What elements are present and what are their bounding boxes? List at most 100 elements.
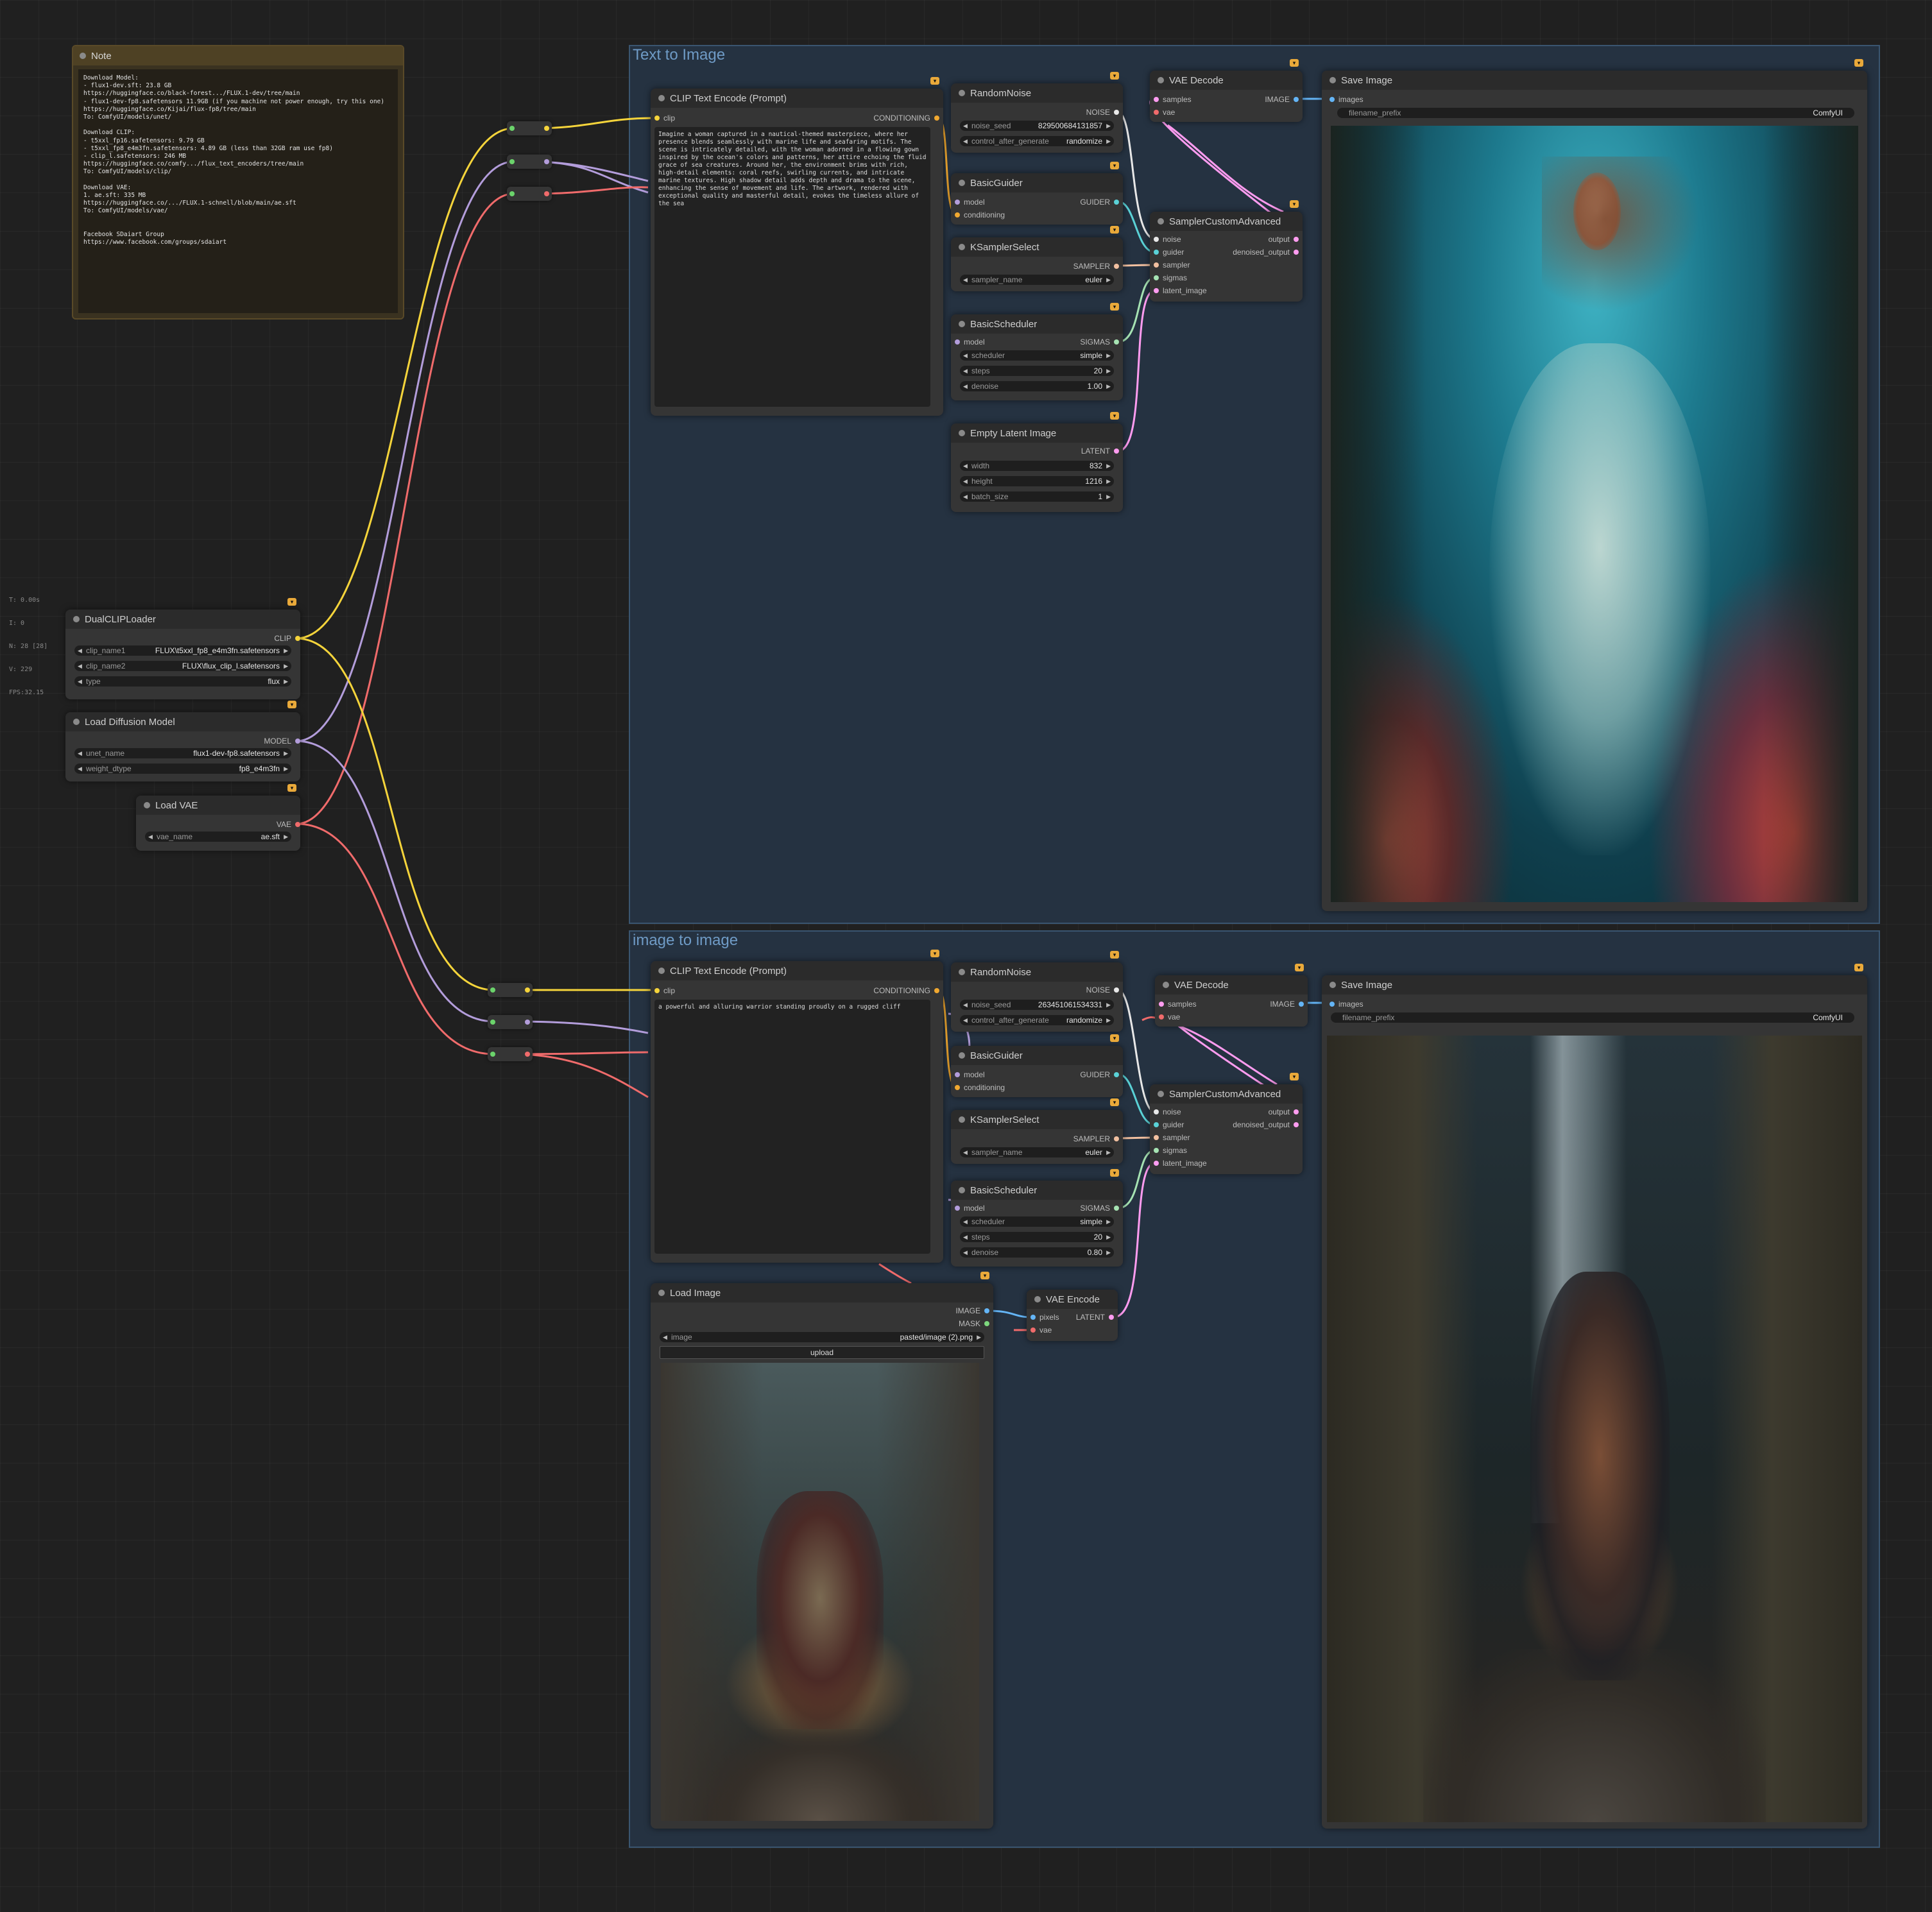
- noise-seed-number[interactable]: ◀ noise_seed 263451061534331 ▶: [960, 1000, 1114, 1010]
- node-header[interactable]: Save Image: [1322, 71, 1867, 90]
- arrow-left-icon[interactable]: ◀: [963, 1216, 968, 1227]
- control-after-generate-combo[interactable]: ◀ control_after_generate randomize ▶: [960, 136, 1114, 146]
- collapse-dot-icon[interactable]: [73, 616, 80, 622]
- collapse-dot-icon[interactable]: [959, 1187, 965, 1193]
- node-header[interactable]: Save Image: [1322, 975, 1867, 994]
- sampler-input[interactable]: sampler: [1154, 1133, 1190, 1142]
- node-header[interactable]: CLIP Text Encode (Prompt): [651, 89, 943, 108]
- scheduler-combo[interactable]: ◀ scheduler simple ▶: [960, 1216, 1114, 1227]
- node-header[interactable]: RandomNoise: [951, 83, 1123, 103]
- arrow-left-icon[interactable]: ◀: [963, 491, 968, 502]
- output-port[interactable]: output: [1269, 235, 1299, 244]
- batch-size-number[interactable]: ◀ batch_size 1 ▶: [960, 491, 1114, 502]
- node-header[interactable]: BasicScheduler: [951, 314, 1123, 334]
- arrow-left-icon[interactable]: ◀: [963, 1232, 968, 1242]
- arrow-right-icon[interactable]: ▶: [1106, 476, 1111, 486]
- prompt-textarea[interactable]: Imagine a woman captured in a nautical-t…: [654, 127, 930, 407]
- load-vae-node[interactable]: ▾ Load VAE VAE ◀ vae_name ae.sft ▶: [136, 784, 300, 851]
- clip-name1-combo[interactable]: ◀ clip_name1 FLUX\t5xxl_fp8_e4m3fn.safeten…: [74, 645, 291, 656]
- conditioning-input[interactable]: conditioning: [955, 210, 1005, 219]
- image-output[interactable]: IMAGE: [955, 1306, 989, 1315]
- model-input[interactable]: model: [955, 1204, 985, 1213]
- collapse-dot-icon[interactable]: [959, 1052, 965, 1059]
- collapse-dot-icon[interactable]: [959, 969, 965, 975]
- collapse-dot-icon[interactable]: [1158, 77, 1164, 83]
- vae-input[interactable]: vae: [1159, 1012, 1180, 1021]
- arrow-right-icon[interactable]: ▶: [284, 645, 288, 656]
- output-port[interactable]: output: [1269, 1107, 1299, 1116]
- sampler-input[interactable]: sampler: [1154, 260, 1190, 269]
- vae-decode-node[interactable]: ▾ VAE Decode samples IMAGE vae: [1150, 59, 1303, 122]
- arrow-left-icon[interactable]: ◀: [78, 645, 82, 656]
- arrow-left-icon[interactable]: ◀: [963, 381, 968, 391]
- node-header[interactable]: Load Diffusion Model: [65, 712, 300, 731]
- arrow-right-icon[interactable]: ▶: [1106, 1015, 1111, 1025]
- images-input[interactable]: images: [1329, 1000, 1364, 1009]
- vae-input[interactable]: vae: [1030, 1326, 1052, 1335]
- random-noise-node[interactable]: ▾ RandomNoise NOISE ◀ noise_seed 829500684…: [951, 72, 1123, 153]
- arrow-left-icon[interactable]: ◀: [78, 676, 82, 687]
- guider-output[interactable]: GUIDER: [1080, 1070, 1119, 1079]
- height-number[interactable]: ◀ height 1216 ▶: [960, 476, 1114, 486]
- steps-number[interactable]: ◀ steps 20 ▶: [960, 366, 1114, 376]
- sampler-custom-advanced-node[interactable]: ▾ SamplerCustomAdvanced noise output gui…: [1150, 1073, 1303, 1174]
- arrow-right-icon[interactable]: ▶: [1106, 461, 1111, 471]
- note-node[interactable]: Note Download Model: - flux1-dev.sft: 23…: [72, 45, 404, 320]
- note-text[interactable]: Download Model: - flux1-dev.sft: 23.8 GB…: [78, 69, 398, 313]
- noise-seed-number[interactable]: ◀ noise_seed 829500684131857 ▶: [960, 121, 1114, 131]
- random-noise-node[interactable]: ▾ RandomNoise NOISE ◀ noise_seed 263451061…: [951, 951, 1123, 1032]
- collapse-dot-icon[interactable]: [1163, 982, 1169, 988]
- arrow-left-icon[interactable]: ◀: [963, 275, 968, 285]
- arrow-right-icon[interactable]: ▶: [1106, 136, 1111, 146]
- denoised-output-port[interactable]: denoised_output: [1233, 1120, 1299, 1129]
- ksampler-select-node[interactable]: ▾ KSamplerSelect SAMPLER ◀ sampler_name eu…: [951, 226, 1123, 291]
- node-header[interactable]: BasicGuider: [951, 1046, 1123, 1065]
- arrow-right-icon[interactable]: ▶: [1106, 350, 1111, 361]
- latent-image-input[interactable]: latent_image: [1154, 1159, 1207, 1168]
- arrow-left-icon[interactable]: ◀: [963, 1000, 968, 1010]
- arrow-right-icon[interactable]: ▶: [284, 764, 288, 774]
- arrow-right-icon[interactable]: ▶: [1106, 121, 1111, 131]
- load-image-node[interactable]: ▾ Load Image IMAGE MASK ◀ image pasted/ima…: [651, 1272, 993, 1829]
- load-diffusion-model-node[interactable]: ▾ Load Diffusion Model MODEL ◀ unet_name f…: [65, 701, 300, 781]
- basic-guider-node[interactable]: ▾ BasicGuider model GUIDER conditioning: [951, 162, 1123, 225]
- node-header[interactable]: BasicGuider: [951, 173, 1123, 192]
- clip-input[interactable]: clip: [654, 986, 675, 995]
- collapse-dot-icon[interactable]: [73, 719, 80, 725]
- arrow-right-icon[interactable]: ▶: [284, 832, 288, 842]
- clip-text-encode-node[interactable]: ▾ CLIP Text Encode (Prompt) clip CONDITI…: [651, 77, 943, 416]
- sampler-output[interactable]: SAMPLER: [1073, 1134, 1119, 1143]
- pixels-input[interactable]: pixels: [1030, 1313, 1059, 1322]
- arrow-right-icon[interactable]: ▶: [1106, 1232, 1111, 1242]
- images-input[interactable]: images: [1329, 95, 1364, 104]
- prompt-textarea[interactable]: a powerful and alluring warrior standing…: [654, 1000, 930, 1254]
- collapse-dot-icon[interactable]: [959, 180, 965, 186]
- basic-scheduler-node[interactable]: ▾ BasicScheduler model SIGMAS ◀ scheduler…: [951, 303, 1123, 400]
- noise-input[interactable]: noise: [1154, 1107, 1181, 1116]
- denoise-number[interactable]: ◀ denoise 0.80 ▶: [960, 1247, 1114, 1258]
- collapse-dot-icon[interactable]: [144, 802, 150, 808]
- noise-output[interactable]: NOISE: [1086, 986, 1119, 994]
- sigmas-input[interactable]: sigmas: [1154, 273, 1187, 282]
- node-header[interactable]: SamplerCustomAdvanced: [1150, 212, 1303, 231]
- image-output[interactable]: IMAGE: [1270, 1000, 1304, 1009]
- reroute-clip-top[interactable]: [507, 121, 552, 135]
- arrow-left-icon[interactable]: ◀: [963, 1247, 968, 1258]
- arrow-right-icon[interactable]: ▶: [1106, 1000, 1111, 1010]
- vae-input[interactable]: vae: [1154, 108, 1175, 117]
- arrow-right-icon[interactable]: ▶: [284, 676, 288, 687]
- reroute-model-bottom[interactable]: [488, 1015, 533, 1029]
- mask-output[interactable]: MASK: [959, 1319, 989, 1328]
- arrow-left-icon[interactable]: ◀: [963, 1015, 968, 1025]
- vae-output[interactable]: VAE: [277, 820, 300, 829]
- latent-image-input[interactable]: latent_image: [1154, 286, 1207, 295]
- arrow-right-icon[interactable]: ▶: [284, 748, 288, 758]
- collapse-dot-icon[interactable]: [80, 53, 86, 59]
- image-output[interactable]: IMAGE: [1265, 95, 1299, 104]
- sigmas-input[interactable]: sigmas: [1154, 1146, 1187, 1155]
- arrow-right-icon[interactable]: ▶: [1106, 1247, 1111, 1258]
- arrow-left-icon[interactable]: ◀: [963, 1147, 968, 1157]
- node-header[interactable]: Load Image: [651, 1283, 993, 1302]
- latent-output[interactable]: LATENT: [1076, 1313, 1114, 1322]
- unet-name-combo[interactable]: ◀ unet_name flux1-dev-fp8.safetensors ▶: [74, 748, 291, 758]
